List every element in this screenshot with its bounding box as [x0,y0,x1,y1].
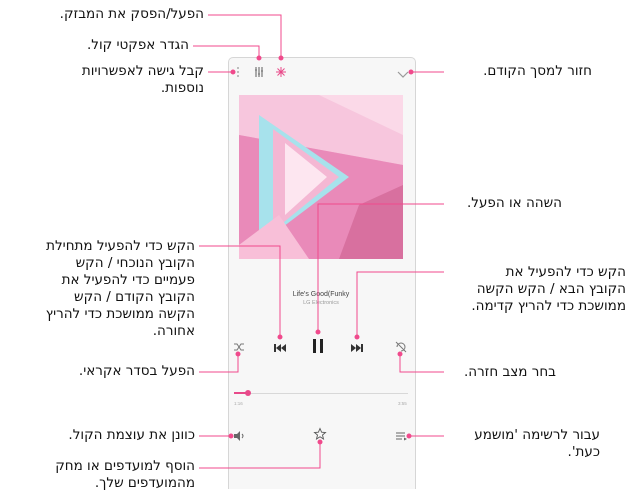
callout-previous: הקש כדי להפעיל מתחילת הקובץ הנוכחי / הקש… [45,238,195,339]
callout-repeat: בחר מצב חזרה. [463,364,556,380]
callout-playlist: עבור לרשימה 'מושמע כעת'. [474,427,600,460]
callout-visualizer: הפעל/הפסק את המבזק. [59,6,204,22]
callout-next: הקש כדי להפעיל את הקובץ הבא / הקש הקשה מ… [471,264,626,314]
callout-equalizer: הגדר אפקטי קול. [87,37,189,53]
callout-more: קבל גישה לאפשרויות נוספות. [81,63,204,96]
callout-pause: השהה או הפעל. [467,195,562,211]
callout-shuffle: הפעל בסדר אקראי. [78,363,195,379]
callout-volume: כוונן את עוצמת הקול. [68,427,195,443]
callout-back: חזור למסך הקודם. [483,63,592,79]
callout-favorite: הוסף למועדפים או מחק מהמועדפים שלך. [55,458,195,491]
